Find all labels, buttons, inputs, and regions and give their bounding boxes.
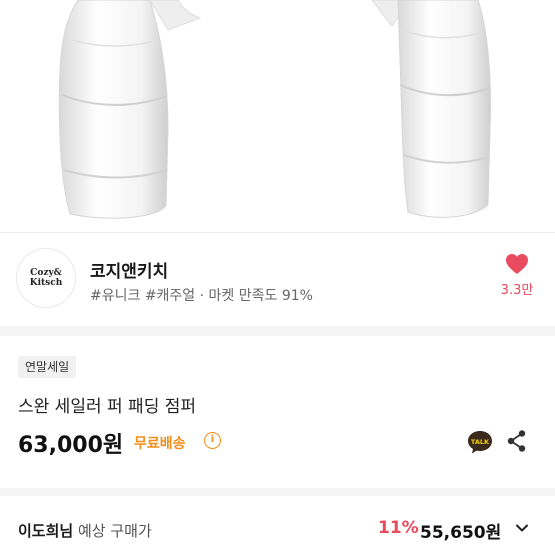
section-divider: [0, 488, 555, 496]
like-count: 3.3만: [500, 283, 534, 298]
product-price: 63,000원: [18, 433, 124, 458]
info-icon[interactable]: i: [204, 432, 221, 449]
estimated-price: 55,650원: [420, 523, 502, 543]
estimated-price-row[interactable]: 이도희님 예상 구매가 11% 55,650원: [0, 496, 555, 555]
estimate-label: 이도희님 예상 구매가: [18, 520, 152, 541]
shop-row[interactable]: Cozy& Kitsch 코지앤키치 #유니크 #캐주얼 · 마켓 만족도 91…: [0, 233, 555, 325]
estimate-suffix: 예상 구매가: [73, 522, 152, 540]
talk-label: TALK: [471, 438, 490, 446]
discount-rate: 11%: [378, 518, 419, 538]
shop-tags: #유니크 #캐주얼 · 마켓 만족도 91%: [90, 288, 313, 304]
section-divider: [0, 326, 555, 336]
shop-logo-line1: Cozy&: [30, 268, 62, 278]
product-info: 연말세일 스완 세일러 퍼 패딩 점퍼 63,000원 무료배송 i TALK: [0, 336, 555, 484]
shop-name[interactable]: 코지앤키치: [90, 257, 168, 282]
free-shipping-label: 무료배송: [134, 436, 186, 452]
heart-icon: [506, 254, 528, 274]
shop-like-button[interactable]: 3.3만: [497, 253, 537, 298]
shop-logo-line2: Kitsch: [29, 278, 63, 288]
kakao-talk-icon[interactable]: TALK: [466, 429, 494, 459]
user-name: 이도희님: [18, 522, 74, 540]
shop-logo[interactable]: Cozy& Kitsch: [16, 248, 76, 308]
product-image[interactable]: [0, 0, 555, 232]
share-icon[interactable]: [506, 429, 528, 457]
jacket-illustration: [58, 0, 491, 219]
chevron-down-icon[interactable]: [514, 520, 530, 540]
sale-badge: 연말세일: [18, 356, 77, 378]
product-title: 스완 세일러 퍼 패딩 점퍼: [18, 397, 197, 417]
